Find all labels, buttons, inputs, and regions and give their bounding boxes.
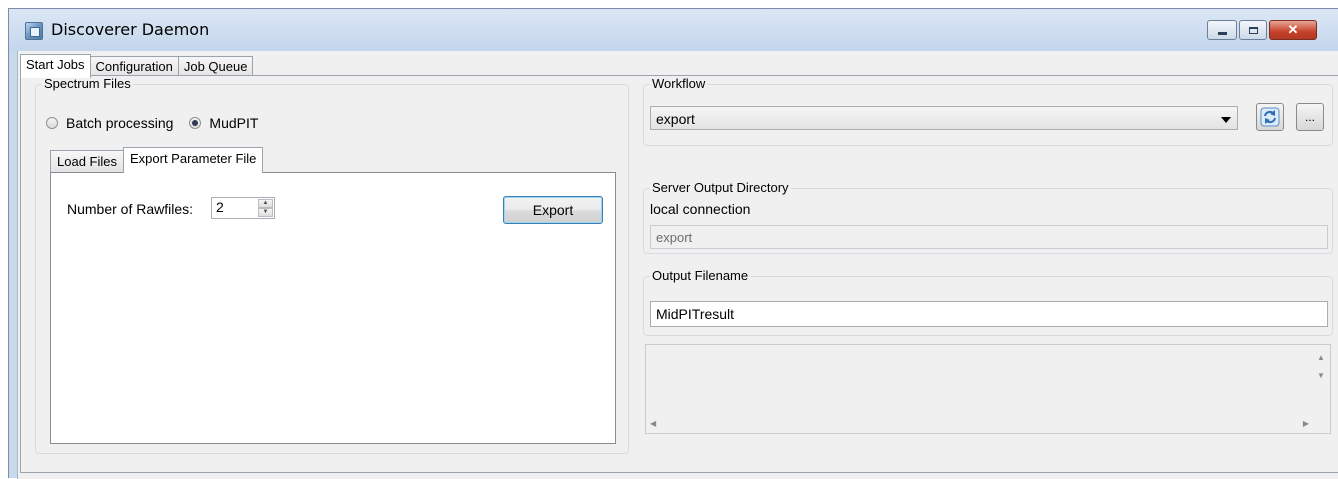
server-output-field: export <box>650 225 1328 249</box>
export-parameter-page: Number of Rawfiles: 2 ▲ ▼ Export <box>50 172 616 444</box>
output-filename-label: Output Filename <box>650 268 751 284</box>
log-output-area[interactable]: ▲ ▼ ◀ ▶ <box>645 344 1331 434</box>
server-output-label: Server Output Directory <box>650 180 791 196</box>
window-client: Start Jobs Configuration Job Queue Spect… <box>17 51 1338 479</box>
scroll-right-icon[interactable]: ▶ <box>1303 419 1309 428</box>
browse-button[interactable]: ... <box>1296 103 1324 131</box>
rawfiles-stepper[interactable]: 2 ▲ ▼ <box>211 197 275 219</box>
spectrum-files-group: Spectrum Files Batch processing MudPIT L… <box>35 76 629 454</box>
tab-load-files[interactable]: Load Files <box>50 150 124 172</box>
batch-processing-radio[interactable] <box>46 117 58 129</box>
app-icon <box>25 22 43 40</box>
maximize-button[interactable] <box>1239 20 1267 40</box>
chevron-down-icon <box>1221 117 1231 123</box>
connection-text: local connection <box>650 201 751 217</box>
mudpit-label[interactable]: MudPIT <box>209 115 258 131</box>
app-window: Discoverer Daemon ✕ Start Jobs Configura… <box>8 8 1338 479</box>
close-icon: ✕ <box>1287 22 1299 37</box>
scroll-left-icon[interactable]: ◀ <box>650 419 656 428</box>
minimize-button[interactable] <box>1207 20 1237 40</box>
refresh-button[interactable] <box>1256 103 1284 131</box>
batch-processing-label[interactable]: Batch processing <box>66 115 173 131</box>
workflow-label: Workflow <box>650 76 708 92</box>
spectrum-inner-tabs: Load Files Export Parameter File <box>50 147 264 173</box>
tab-job-queue[interactable]: Job Queue <box>177 56 254 77</box>
server-output-group: Server Output Directory local connection… <box>643 180 1333 254</box>
stepper-up-button[interactable]: ▲ <box>258 199 273 208</box>
server-output-value: export <box>656 230 693 245</box>
output-filename-input[interactable]: MidPITresult <box>650 301 1328 327</box>
tab-configuration[interactable]: Configuration <box>89 56 179 77</box>
rawfiles-value[interactable]: 2 <box>216 199 224 215</box>
start-jobs-page: Spectrum Files Batch processing MudPIT L… <box>20 75 1338 473</box>
processing-mode-radios: Batch processing MudPIT <box>46 115 274 131</box>
workflow-selected-value: export <box>656 111 695 127</box>
scroll-up-icon[interactable]: ▲ <box>1317 353 1325 362</box>
vertical-scrollbar[interactable]: ▲ ▼ <box>1313 345 1330 416</box>
stepper-down-button[interactable]: ▼ <box>258 208 273 217</box>
output-filename-group: Output Filename MidPITresult <box>643 268 1333 336</box>
title-bar[interactable]: Discoverer Daemon ✕ <box>9 9 1338 51</box>
minimize-icon <box>1217 31 1227 35</box>
horizontal-scrollbar[interactable]: ◀ ▶ <box>646 416 1313 433</box>
refresh-icon <box>1260 107 1280 127</box>
workflow-group: Workflow export ... <box>643 76 1333 146</box>
rawfiles-label: Number of Rawfiles: <box>67 201 194 217</box>
mudpit-radio[interactable] <box>189 117 202 129</box>
main-tab-bar: Start Jobs Configuration Job Queue <box>20 54 254 78</box>
stepper-buttons: ▲ ▼ <box>258 199 273 217</box>
spectrum-files-label: Spectrum Files <box>42 76 133 92</box>
output-filename-value[interactable]: MidPITresult <box>656 306 734 322</box>
close-button[interactable]: ✕ <box>1269 20 1317 40</box>
window-title: Discoverer Daemon <box>51 20 210 39</box>
maximize-icon <box>1248 26 1258 34</box>
browse-label: ... <box>1304 110 1315 124</box>
scroll-down-icon[interactable]: ▼ <box>1317 371 1325 380</box>
workflow-select[interactable]: export <box>650 106 1238 130</box>
tab-start-jobs[interactable]: Start Jobs <box>20 54 91 78</box>
tab-export-parameter-file[interactable]: Export Parameter File <box>122 147 264 173</box>
export-button[interactable]: Export <box>503 196 603 224</box>
